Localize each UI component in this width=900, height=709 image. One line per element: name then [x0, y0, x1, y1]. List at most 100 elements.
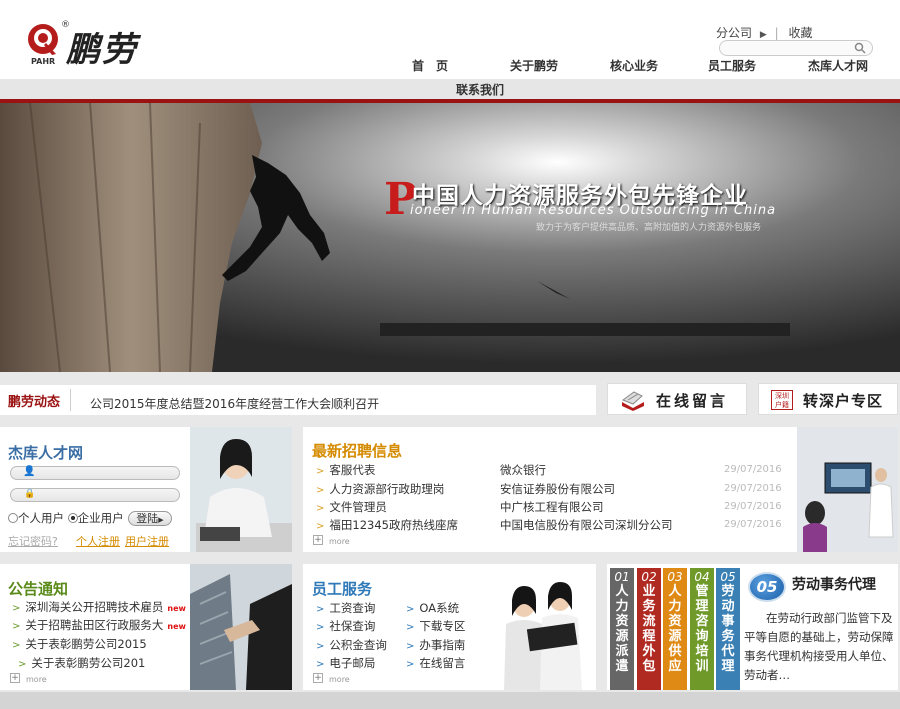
link-label: 公积金查询 — [329, 638, 387, 652]
notice-item[interactable]: > 关于表彰鹏劳公司2015 — [12, 636, 147, 652]
divider: | — [774, 26, 779, 40]
employee-link-message[interactable]: > 在线留言 — [406, 655, 465, 671]
link-label: 电子邮局 — [329, 656, 376, 670]
new-badge: new — [167, 622, 186, 631]
forgot-password-link[interactable]: 忘记密码? — [8, 533, 58, 549]
employee-link-download[interactable]: > 下载专区 — [406, 618, 465, 634]
employee-link-guide[interactable]: > 办事指南 — [406, 637, 465, 653]
recruit-date: 29/07/2016 — [724, 501, 782, 512]
notice-more-link[interactable]: more — [26, 675, 47, 684]
recruit-company[interactable]: 微众银行 — [500, 462, 546, 478]
nav-employee-service[interactable]: 员工服务 — [708, 57, 756, 74]
recruit-date: 29/07/2016 — [724, 464, 782, 475]
nav-about[interactable]: 关于鹏劳 — [510, 57, 558, 74]
notice-item[interactable]: > 关于招聘盐田区行政服务大 new — [12, 617, 186, 633]
active-number-badge: 05 — [748, 572, 786, 602]
employee-link-salary[interactable]: > 工资查询 — [316, 600, 375, 616]
shenzhen-hukou-button[interactable]: 深圳户籍 转深户专区 — [758, 383, 898, 415]
chevron-right-icon: > — [406, 641, 415, 652]
separator — [70, 389, 71, 411]
recruit-job[interactable]: > 文件管理员 — [316, 499, 387, 515]
shenzhen-hukou-label: 转深户专区 — [803, 392, 884, 410]
tab-number: 04 — [694, 570, 710, 584]
radio-personal[interactable] — [8, 513, 18, 523]
active-tab-title: 劳动事务代理 — [792, 577, 876, 593]
brand-name: 鹏劳 — [66, 30, 138, 70]
chevron-right-icon: > — [406, 622, 415, 633]
online-message-button[interactable]: 在线留言 — [607, 383, 747, 415]
chevron-right-icon: > — [18, 659, 27, 670]
recruit-job[interactable]: > 福田12345政府热线座席 — [316, 517, 458, 533]
recruit-company[interactable]: 中国电信股份有限公司深圳分公司 — [500, 517, 673, 533]
branch-link[interactable]: 分公司 — [716, 24, 752, 41]
recruit-company[interactable]: 中广核工程有限公司 — [500, 499, 604, 515]
tab-hr-supply[interactable]: 03 人力资源供应 — [663, 568, 687, 690]
tab-label: 人力资源供应 — [668, 584, 682, 674]
search-input[interactable] — [726, 42, 856, 56]
active-tab-description: 在劳动行政部门监管下及平等自愿的基础上，劳动保障事务代理机构接受用人单位、劳动者… — [744, 611, 894, 682]
recruit-more-link[interactable]: more — [329, 537, 350, 546]
recruit-job[interactable]: > 人力资源部行政助理岗 — [316, 481, 444, 497]
password-input[interactable]: 🔒 — [10, 488, 180, 502]
handshake-photo — [190, 564, 292, 690]
notice-item-text: 关于招聘盐田区行政服务大 — [25, 618, 164, 632]
recruit-job-label: 福田12345政府热线座席 — [329, 518, 458, 532]
talent-title: 杰库人才网 — [8, 444, 84, 462]
nav-core-business[interactable]: 核心业务 — [610, 57, 658, 74]
tab-labor-agency[interactable]: 05 劳动事务代理 — [716, 568, 740, 690]
tab-number: 05 — [720, 570, 736, 584]
username-input[interactable]: 👤 — [10, 466, 180, 480]
plus-icon: + — [313, 535, 323, 545]
employee-link-oa[interactable]: > OA系统 — [406, 600, 459, 616]
company-register-link[interactable]: 用户注册 — [125, 533, 169, 549]
link-label: 下载专区 — [419, 619, 466, 633]
chevron-right-icon: > — [12, 603, 21, 614]
chevron-right-icon: > — [316, 466, 325, 477]
nav-contact[interactable]: 联系我们 — [456, 81, 504, 98]
employee-link-social[interactable]: > 社保查询 — [316, 618, 375, 634]
meeting-photo — [797, 427, 898, 552]
favorite-link[interactable]: 收藏 — [788, 24, 812, 41]
login-button[interactable]: 登陆▶ — [128, 511, 172, 526]
search-icon[interactable] — [854, 42, 866, 54]
logo[interactable]: ® 鹏劳 PAHR — [26, 20, 166, 70]
chevron-right-icon: > — [316, 604, 325, 615]
notice-item-text: 关于表彰鹏劳公司201 — [31, 656, 146, 670]
sub-nav: 联系我们 — [0, 79, 900, 99]
tab-consulting[interactable]: 04 管理咨询培训 — [690, 568, 714, 690]
tab-staff-dispatch[interactable]: 01 人力资源派遣 — [610, 568, 634, 690]
employee-link-email[interactable]: > 电子邮局 — [316, 655, 375, 671]
tab-number: 02 — [641, 570, 657, 584]
hero-banner — [0, 103, 900, 372]
radio-company[interactable] — [67, 513, 78, 523]
banner-english: ioneer in Human Resources Outsourcing in… — [410, 203, 777, 218]
recruit-date: 29/07/2016 — [724, 519, 782, 530]
online-message-label: 在线留言 — [656, 392, 729, 410]
recruit-job-label: 人力资源部行政助理岗 — [329, 482, 445, 496]
recruit-title: 最新招聘信息 — [312, 442, 403, 460]
notice-item[interactable]: > 关于表彰鹏劳公司201 — [18, 655, 145, 671]
chevron-right-icon: > — [316, 641, 325, 652]
user-icon: 👤 — [23, 466, 36, 477]
employee-link-fund[interactable]: > 公积金查询 — [316, 637, 387, 653]
brand-sub: PAHR — [31, 57, 56, 66]
employee-more-link[interactable]: more — [329, 675, 350, 684]
link-label: OA系统 — [419, 601, 460, 615]
nav-home[interactable]: 首 页 — [412, 57, 448, 74]
notice-item-text: 深圳海关公开招聘技术雇员 — [25, 600, 164, 614]
recruit-job[interactable]: > 客服代表 — [316, 462, 375, 478]
arrow-right-icon: ▶ — [759, 30, 767, 40]
nav-talent-network[interactable]: 杰库人才网 — [808, 57, 868, 74]
news-label: 鹏劳动态 — [8, 395, 61, 410]
chevron-right-icon: > — [316, 622, 325, 633]
notice-item[interactable]: > 深圳海关公开招聘技术雇员 new — [12, 599, 186, 615]
hukou-badge-icon: 深圳户籍 — [771, 390, 793, 410]
tab-bpo[interactable]: 02 业务流程外包 — [637, 568, 661, 690]
news-item-link[interactable]: 公司2015年度总结暨2016年度经营工作大会顺利召开 — [90, 395, 379, 412]
recruit-company[interactable]: 安信证券股份有限公司 — [500, 481, 615, 497]
new-badge: new — [167, 604, 186, 613]
personal-register-link[interactable]: 个人注册 — [76, 533, 120, 549]
recruit-date: 29/07/2016 — [724, 483, 782, 494]
chevron-right-icon: > — [406, 659, 415, 670]
receptionist-photo — [190, 427, 292, 552]
